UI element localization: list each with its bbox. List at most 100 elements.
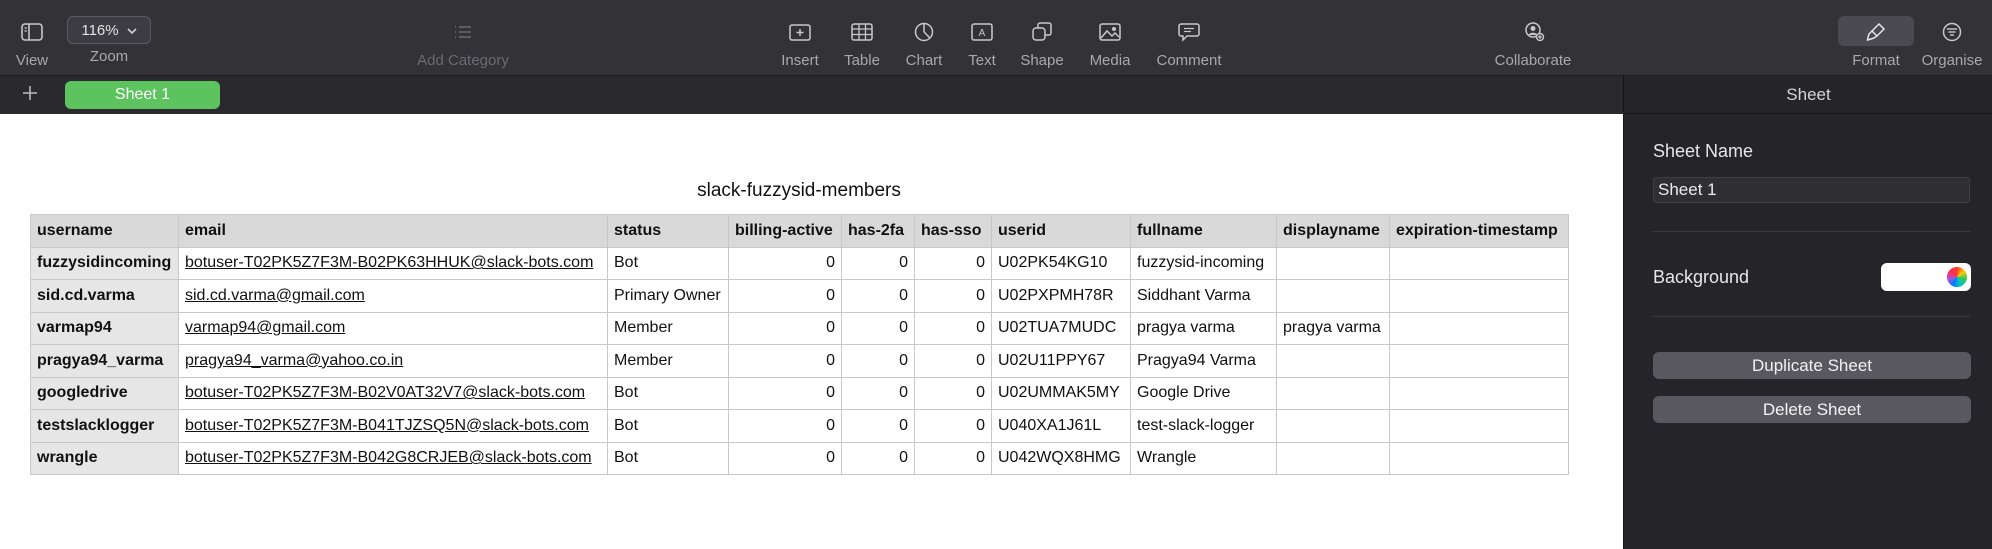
cell-has-2fa[interactable]: 0 [841, 279, 915, 313]
cell-email[interactable]: botuser-T02PK5Z7F3M-B02PK63HHUK@slack-bo… [178, 246, 608, 280]
cell-has-2fa[interactable]: 0 [841, 376, 915, 410]
cell-email[interactable]: botuser-T02PK5Z7F3M-B042G8CRJEB@slack-bo… [178, 441, 608, 475]
shape-button[interactable]: Shape [1017, 0, 1067, 76]
table-title[interactable]: slack-fuzzysid-members [30, 180, 1568, 202]
cell-userid[interactable]: U02UMMAK5MY [991, 376, 1131, 410]
cell-email[interactable]: pragya94_varma@yahoo.co.in [178, 344, 608, 378]
cell-has-sso[interactable]: 0 [914, 409, 992, 443]
column-header-has-sso[interactable]: has-sso [914, 214, 992, 248]
cell-expiration-timestamp[interactable] [1389, 311, 1569, 345]
cell-expiration-timestamp[interactable] [1389, 344, 1569, 378]
cell-userid[interactable]: U042WQX8HMG [991, 441, 1131, 475]
cell-username[interactable]: googledrive [30, 376, 179, 410]
cell-userid[interactable]: U040XA1J61L [991, 409, 1131, 443]
cell-expiration-timestamp[interactable] [1389, 246, 1569, 280]
column-header-expiration-timestamp[interactable]: expiration-timestamp [1389, 214, 1569, 248]
cell-username[interactable]: fuzzysidincoming [30, 246, 179, 280]
cell-has-sso[interactable]: 0 [914, 311, 992, 345]
cell-billing-active[interactable]: 0 [728, 246, 842, 280]
column-header-status[interactable]: status [607, 214, 729, 248]
cell-userid[interactable]: U02PK54KG10 [991, 246, 1131, 280]
cell-status[interactable]: Primary Owner [607, 279, 729, 313]
column-header-fullname[interactable]: fullname [1130, 214, 1277, 248]
cell-expiration-timestamp[interactable] [1389, 376, 1569, 410]
cell-billing-active[interactable]: 0 [728, 376, 842, 410]
cell-userid[interactable]: U02PXPMH78R [991, 279, 1131, 313]
column-header-billing-active[interactable]: billing-active [728, 214, 842, 248]
column-header-username[interactable]: username [30, 214, 179, 248]
comment-button[interactable]: Comment [1152, 0, 1226, 76]
cell-fullname[interactable]: fuzzysid-incoming [1130, 246, 1277, 280]
cell-expiration-timestamp[interactable] [1389, 409, 1569, 443]
cell-status[interactable]: Bot [607, 376, 729, 410]
cell-displayname[interactable] [1276, 409, 1390, 443]
text-button[interactable]: A Text [962, 0, 1002, 76]
cell-billing-active[interactable]: 0 [728, 441, 842, 475]
cell-displayname[interactable] [1276, 344, 1390, 378]
cell-username[interactable]: pragya94_varma [30, 344, 179, 378]
cell-has-2fa[interactable]: 0 [841, 344, 915, 378]
cell-has-sso[interactable]: 0 [914, 376, 992, 410]
view-button[interactable]: View [10, 0, 54, 76]
cell-displayname[interactable] [1276, 376, 1390, 410]
cell-email[interactable]: botuser-T02PK5Z7F3M-B041TJZSQ5N@slack-bo… [178, 409, 608, 443]
cell-billing-active[interactable]: 0 [728, 311, 842, 345]
cell-has-2fa[interactable]: 0 [841, 409, 915, 443]
background-color-well[interactable] [1881, 263, 1971, 291]
cell-username[interactable]: wrangle [30, 441, 179, 475]
add-sheet-button[interactable] [22, 82, 38, 106]
column-header-userid[interactable]: userid [991, 214, 1131, 248]
duplicate-sheet-button[interactable]: Duplicate Sheet [1653, 352, 1971, 379]
cell-fullname[interactable]: test-slack-logger [1130, 409, 1277, 443]
cell-has-2fa[interactable]: 0 [841, 441, 915, 475]
zoom-dropdown[interactable]: 116% [67, 16, 151, 44]
cell-displayname[interactable] [1276, 441, 1390, 475]
cell-fullname[interactable]: Google Drive [1130, 376, 1277, 410]
cell-has-2fa[interactable]: 0 [841, 246, 915, 280]
table-button[interactable]: Table [838, 0, 886, 76]
cell-displayname[interactable]: pragya varma [1276, 311, 1390, 345]
cell-displayname[interactable] [1276, 279, 1390, 313]
cell-fullname[interactable]: pragya varma [1130, 311, 1277, 345]
collaborate-button[interactable]: Collaborate [1490, 0, 1576, 76]
cell-username[interactable]: varmap94 [30, 311, 179, 345]
organise-button[interactable]: Organise [1918, 0, 1986, 76]
sheet-name-field[interactable] [1653, 177, 1970, 203]
format-button[interactable]: Format [1846, 0, 1906, 76]
cell-username[interactable]: sid.cd.varma [30, 279, 179, 313]
cell-billing-active[interactable]: 0 [728, 344, 842, 378]
column-header-has-2fa[interactable]: has-2fa [841, 214, 915, 248]
cell-expiration-timestamp[interactable] [1389, 279, 1569, 313]
cell-email[interactable]: varmap94@gmail.com [178, 311, 608, 345]
cell-status[interactable]: Bot [607, 441, 729, 475]
cell-fullname[interactable]: Wrangle [1130, 441, 1277, 475]
cell-userid[interactable]: U02TUA7MUDC [991, 311, 1131, 345]
cell-username[interactable]: testslacklogger [30, 409, 179, 443]
color-wheel-icon[interactable] [1945, 265, 1969, 289]
cell-billing-active[interactable]: 0 [728, 279, 842, 313]
column-header-email[interactable]: email [178, 214, 608, 248]
cell-status[interactable]: Member [607, 311, 729, 345]
insert-button[interactable]: Insert [775, 0, 825, 76]
cell-status[interactable]: Bot [607, 409, 729, 443]
cell-has-sso[interactable]: 0 [914, 246, 992, 280]
cell-expiration-timestamp[interactable] [1389, 441, 1569, 475]
cell-fullname[interactable]: Pragya94 Varma [1130, 344, 1277, 378]
cell-has-sso[interactable]: 0 [914, 344, 992, 378]
cell-status[interactable]: Bot [607, 246, 729, 280]
cell-status[interactable]: Member [607, 344, 729, 378]
delete-sheet-button[interactable]: Delete Sheet [1653, 396, 1971, 423]
cell-has-2fa[interactable]: 0 [841, 311, 915, 345]
chart-button[interactable]: Chart [901, 0, 947, 76]
zoom-control[interactable]: 116% Zoom [67, 0, 151, 76]
column-header-displayname[interactable]: displayname [1276, 214, 1390, 248]
add-category-button[interactable]: Add Category [408, 0, 518, 76]
cell-userid[interactable]: U02U11PPY67 [991, 344, 1131, 378]
cell-has-sso[interactable]: 0 [914, 279, 992, 313]
cell-has-sso[interactable]: 0 [914, 441, 992, 475]
cell-fullname[interactable]: Siddhant Varma [1130, 279, 1277, 313]
cell-email[interactable]: botuser-T02PK5Z7F3M-B02V0AT32V7@slack-bo… [178, 376, 608, 410]
tab-sheet-1[interactable]: Sheet 1 [65, 81, 220, 109]
cell-displayname[interactable] [1276, 246, 1390, 280]
media-button[interactable]: Media [1085, 0, 1135, 76]
